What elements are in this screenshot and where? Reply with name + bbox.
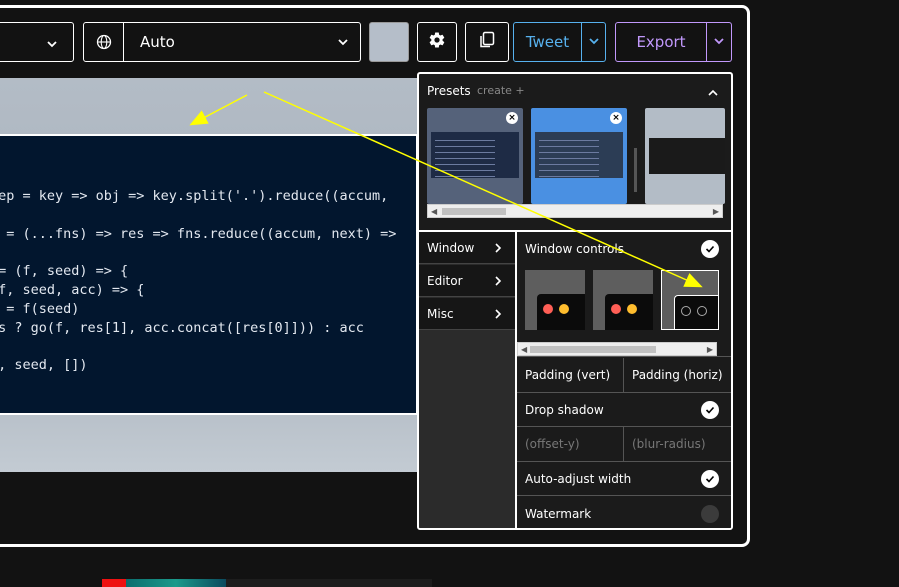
blur-radius-input[interactable]: (blur-radius) [623,427,731,461]
preset-separator [634,148,637,192]
chevron-down-icon [712,33,726,52]
watermark-label: Watermark [525,507,592,521]
language-value: Auto [140,33,175,51]
tweet-button[interactable]: Tweet [513,22,582,62]
preset-thumbnail[interactable]: × [427,108,523,204]
close-icon[interactable]: × [610,112,622,124]
tab-misc[interactable]: Misc [419,298,515,330]
chevron-down-icon [326,35,360,49]
code-line: eep = key => obj => key.split('.').reduc… [0,188,389,204]
code-line: = (f, seed) => { [0,263,129,279]
drop-shadow-label: Drop shadow [525,402,604,417]
drop-shadow-toggle[interactable]: Drop shadow [517,393,731,427]
check-icon [701,240,719,258]
auto-adjust-label: Auto-adjust width [525,471,632,486]
settings-button[interactable] [417,22,457,62]
code-line: e = (...fns) => res => fns.reduce((accum… [0,226,397,242]
code-line: f, seed, []) [0,357,88,373]
chevron-right-icon [493,242,503,257]
chevron-down-icon [45,36,59,55]
chevron-right-icon [493,308,503,323]
auto-adjust-width-toggle[interactable]: Auto-adjust width [517,462,731,496]
tab-label: Editor [427,273,463,288]
gear-icon [428,31,446,53]
offset-y-input[interactable]: (offset-y) [517,427,623,461]
window-controls-label: Window controls [525,242,624,256]
bottom-strip-image [126,579,226,587]
copy-icon [478,31,496,53]
padding-vert-field[interactable]: Padding (vert) [517,358,623,392]
export-dropdown-button[interactable] [707,22,732,62]
window-controls-style-option[interactable] [593,270,653,330]
close-icon[interactable]: × [506,112,518,124]
tweet-dropdown-button[interactable] [582,22,606,62]
preset-thumbnail[interactable]: × [531,108,627,204]
settings-tabs: Window Editor Misc [419,232,517,528]
presets-create-link[interactable]: create + [477,84,525,97]
chevron-down-icon [587,33,601,52]
presets-title: Presets [427,84,471,98]
tab-label: Window [427,240,475,255]
check-icon [701,401,719,419]
watermark-toggle[interactable]: Watermark [517,497,731,528]
padding-horiz-field[interactable]: Padding (horiz) [623,358,731,392]
preset-thumbnail[interactable] [645,108,725,204]
globe-icon [84,23,124,61]
background-color-swatch[interactable] [369,22,409,62]
window-options: Window controls ◀ ▶ Padding (vert) Paddi… [517,232,731,528]
theme-select[interactable] [0,22,74,62]
code-window[interactable]: eep = key => obj => key.split('.').reduc… [0,134,418,415]
chevron-up-icon[interactable] [707,84,719,103]
tab-editor[interactable]: Editor [419,265,515,297]
check-icon [701,470,719,488]
window-controls-style-option[interactable] [525,270,585,330]
code-line: (f, seed, acc) => { [0,282,145,298]
export-button[interactable]: Export [615,22,707,62]
bottom-strip-red [102,579,126,587]
language-select[interactable]: Auto [83,22,361,62]
window-controls-style-option[interactable] [661,270,719,330]
code-line: es ? go(f, res[1], acc.concat([res[0]]))… [0,320,364,336]
chevron-right-icon [493,275,503,290]
window-controls-scrollbar[interactable]: ◀ ▶ [517,342,717,356]
copy-button[interactable] [465,22,509,62]
settings-panel: Presets create + × × ◀ ▶ Window Editor M… [417,72,733,530]
code-line: s = f(seed) [6,301,80,317]
tab-label: Misc [427,306,454,321]
presets-scrollbar[interactable]: ◀ ▶ [427,204,723,218]
tab-window[interactable]: Window [419,232,515,264]
toggle-off-indicator [701,505,719,523]
